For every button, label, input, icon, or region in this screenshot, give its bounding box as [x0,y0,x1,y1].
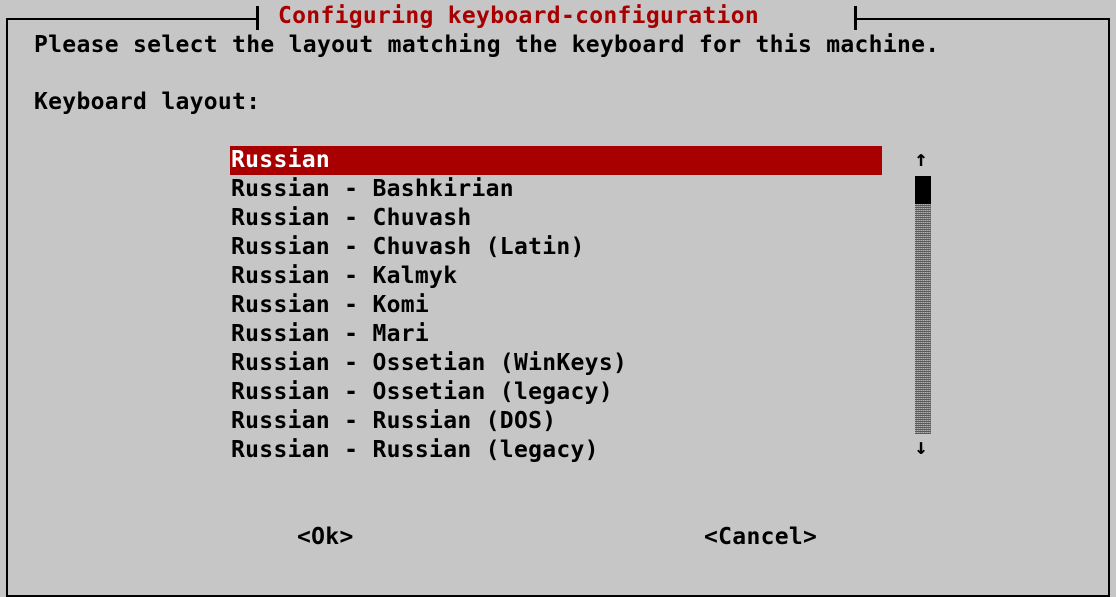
keyboard-configuration-dialog: Configuring keyboard-configuration Pleas… [0,0,1116,597]
list-item-russian-ossetian-legacy[interactable]: Russian - Ossetian (legacy) [230,378,882,407]
list-item-russian-ossetian-winkeys[interactable]: Russian - Ossetian (WinKeys) [230,349,882,378]
list-item-russian-komi[interactable]: Russian - Komi [230,291,882,320]
frame-border-right [1108,18,1110,597]
list-item-russian-kalmyk[interactable]: Russian - Kalmyk [230,262,882,291]
cancel-button[interactable]: <Cancel> [704,523,817,551]
list-item-russian-chuvash[interactable]: Russian - Chuvash [230,204,882,233]
list-item-russian-chuvash-latin[interactable]: Russian - Chuvash (Latin) [230,233,882,262]
dialog-title: Configuring keyboard-configuration [278,3,760,29]
scroll-thumb[interactable] [915,176,931,204]
scroll-up-arrow-icon[interactable]: ↑ [908,146,934,174]
title-bracket-right [854,6,857,30]
keyboard-layout-label: Keyboard layout: [34,89,261,115]
frame-border-top-right [855,18,1110,20]
scroll-down-arrow-icon[interactable]: ↓ [908,434,934,462]
list-item-russian-russian-dos[interactable]: Russian - Russian (DOS) [230,407,882,436]
ok-button[interactable]: <Ok> [297,523,354,551]
scroll-track[interactable] [915,176,931,434]
title-bracket-left [256,6,259,30]
list-item-russian-mari[interactable]: Russian - Mari [230,320,882,349]
frame-border-left [6,18,8,597]
dialog-prompt: Please select the layout matching the ke… [34,32,940,58]
list-item-russian[interactable]: Russian [230,146,882,175]
list-item-russian-bashkirian[interactable]: Russian - Bashkirian [230,175,882,204]
list-item-russian-russian-legacy[interactable]: Russian - Russian (legacy) [230,436,882,465]
frame-border-top-left [6,18,258,20]
list-scrollbar[interactable]: ↑ ↓ [908,146,934,464]
keyboard-layout-list[interactable]: Russian Russian - Bashkirian Russian - C… [230,146,882,465]
